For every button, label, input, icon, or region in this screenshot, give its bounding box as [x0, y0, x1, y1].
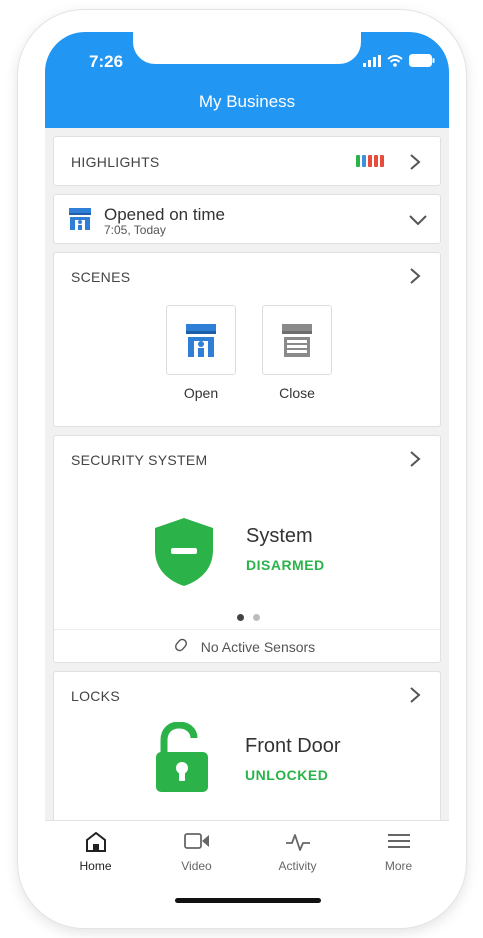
security-system-card[interactable]: SECURITY SYSTEM System DISARMED No Activ… — [53, 435, 441, 663]
store-open-icon — [69, 208, 91, 230]
tab-home-label: Home — [79, 859, 112, 873]
chevron-right-icon[interactable] — [406, 153, 424, 171]
no-active-sensors-text: No Active Sensors — [200, 639, 316, 655]
pager-dot[interactable] — [253, 614, 260, 621]
security-system-name: System — [246, 525, 313, 547]
store-open-icon — [186, 324, 216, 357]
device-notch — [133, 32, 361, 64]
security-title: SECURITY SYSTEM — [71, 452, 208, 468]
status-icons — [363, 54, 435, 67]
divider — [54, 629, 440, 630]
highlight-bar — [380, 155, 384, 167]
tab-activity[interactable]: Activity — [247, 821, 348, 891]
video-icon — [183, 833, 209, 849]
shield-icon — [155, 518, 213, 586]
lock-name: Front Door — [245, 735, 341, 757]
home-indicator[interactable] — [175, 898, 321, 903]
chevron-down-icon[interactable] — [408, 213, 428, 227]
tab-more[interactable]: More — [348, 821, 449, 891]
activity-icon — [285, 834, 310, 851]
tab-more-label: More — [384, 859, 413, 873]
status-time: 7:26 — [89, 52, 124, 71]
highlights-card[interactable]: HIGHLIGHTS — [53, 136, 441, 186]
phone-screen: 7:26 My Business HIGHLIGHTS Opened on ti… — [45, 32, 449, 912]
scene-open-button[interactable] — [166, 305, 236, 375]
business-status-time: 7:05, Today — [104, 223, 166, 237]
store-closed-icon — [282, 324, 312, 357]
business-status-card[interactable]: Opened on time 7:05, Today — [53, 194, 441, 244]
scene-close-button[interactable] — [262, 305, 332, 375]
scenes-title: SCENES — [71, 269, 131, 285]
chevron-right-icon[interactable] — [406, 267, 424, 285]
scene-close-label: Close — [279, 385, 315, 401]
home-icon — [85, 831, 106, 852]
highlight-bar — [356, 155, 360, 167]
tab-home[interactable]: Home — [45, 821, 146, 891]
business-status-title: Opened on time — [104, 205, 225, 224]
locks-card[interactable]: LOCKS Front Door UNLOCKED — [53, 671, 441, 831]
tab-video-label: Video — [181, 859, 212, 873]
wifi-icon — [387, 54, 403, 67]
battery-icon — [409, 54, 435, 67]
scene-open-label: Open — [183, 385, 219, 401]
page-title: My Business — [198, 92, 296, 111]
app-header: 7:26 My Business — [45, 32, 449, 128]
lock-state: UNLOCKED — [245, 767, 329, 783]
highlight-bar — [368, 155, 372, 167]
menu-icon — [387, 834, 410, 848]
scenes-card: SCENES Open Close — [53, 252, 441, 427]
chevron-right-icon[interactable] — [406, 686, 424, 704]
tab-activity-label: Activity — [278, 859, 317, 873]
highlight-bar — [362, 155, 366, 167]
highlights-bars-icon — [356, 155, 384, 167]
pager-dot-active[interactable] — [237, 614, 244, 621]
signal-icon — [363, 54, 381, 67]
chevron-right-icon[interactable] — [406, 450, 424, 468]
tab-video[interactable]: Video — [146, 821, 247, 891]
locks-title: LOCKS — [71, 688, 120, 704]
highlights-title: HIGHLIGHTS — [71, 154, 160, 170]
unlocked-lock-icon — [156, 722, 208, 792]
highlight-bar — [374, 155, 378, 167]
security-system-state: DISARMED — [246, 557, 325, 573]
